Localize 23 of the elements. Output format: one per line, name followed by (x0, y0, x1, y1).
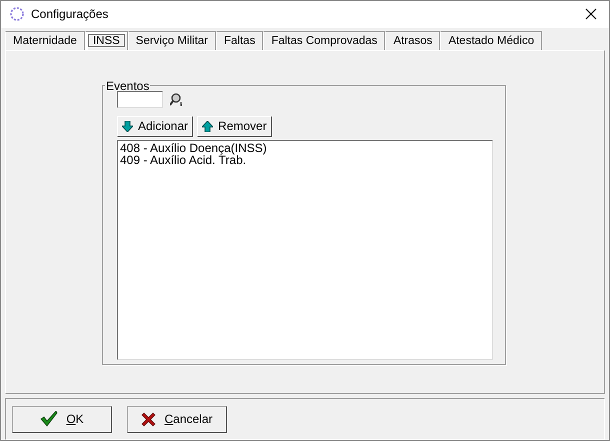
tab[interactable]: Faltas (216, 30, 264, 50)
list-item[interactable]: 408 - Auxílio Doença(INSS) (120, 142, 490, 154)
window-title: Configurações (31, 7, 110, 22)
tab[interactable]: Maternidade (5, 30, 85, 50)
add-button[interactable]: Adicionar (117, 116, 194, 137)
tab[interactable]: INSS (84, 30, 128, 50)
close-icon (585, 8, 597, 20)
events-list[interactable]: 408 - Auxílio Doença(INSS) 409 - Auxílio Acid. Trab. (117, 140, 493, 360)
cross-icon (141, 412, 156, 427)
tab[interactable]: Faltas Comprovadas (263, 30, 386, 50)
checkmark-icon (40, 411, 58, 428)
arrow-up-icon (202, 120, 214, 132)
group-title: Eventos (105, 78, 150, 93)
arrow-down-icon (122, 120, 133, 132)
tab[interactable]: Atestado Médico (440, 30, 542, 50)
search-icon[interactable] (170, 92, 185, 107)
search-field[interactable] (117, 90, 163, 108)
list-item[interactable]: 409 - Auxílio Acid. Trab. (120, 154, 490, 166)
remove-button[interactable]: Remover (197, 116, 272, 137)
tab[interactable]: Atrasos (385, 30, 440, 50)
cancel-button[interactable]: Cancelar (127, 406, 227, 433)
tab[interactable]: Serviço Militar (128, 30, 216, 50)
ok-button[interactable]: OK (12, 406, 112, 433)
